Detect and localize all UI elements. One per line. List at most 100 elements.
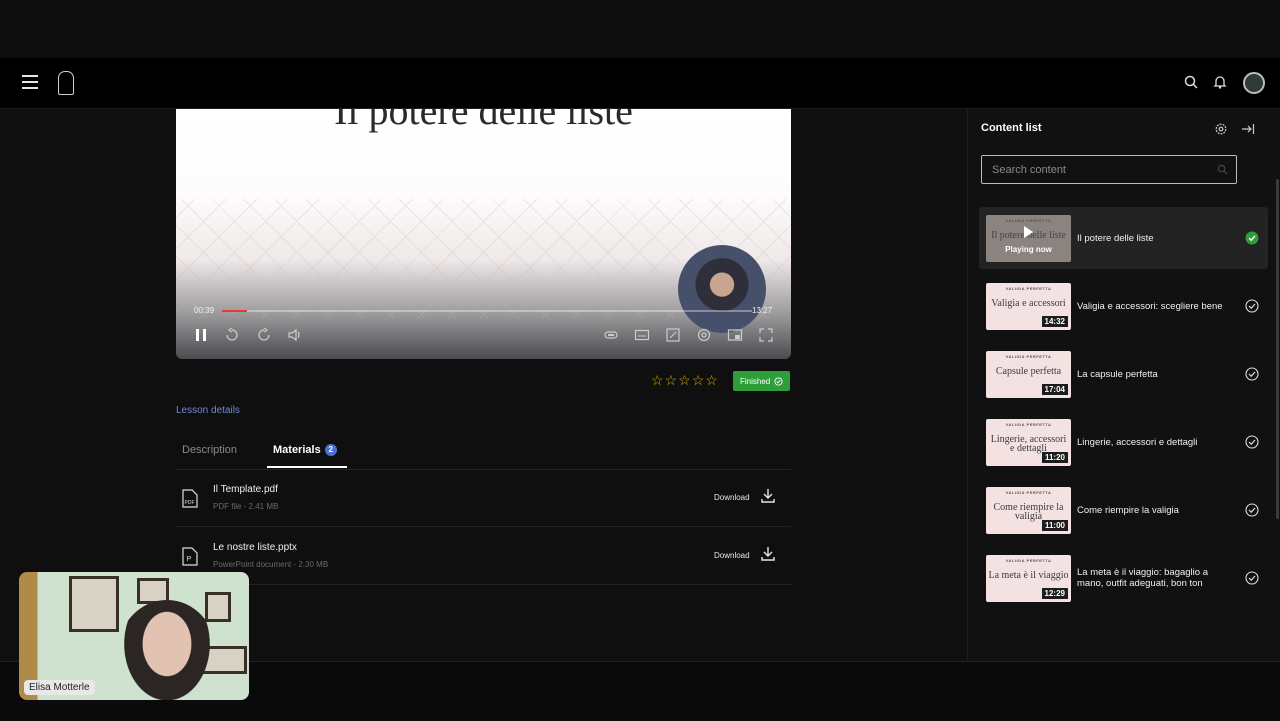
tab-materials-label: Materials [273,444,321,456]
webcam-overlay: Elisa Motterle [19,572,249,700]
progress-bar[interactable] [222,310,752,312]
volume-icon[interactable] [287,327,303,343]
thumb-title: Capsule perfetta [995,366,1062,377]
content-list-item[interactable]: VALIGIA PERFETTA Come riempire la valigia… [979,479,1268,541]
search-icon [1217,164,1228,175]
material-name[interactable]: Le nostre liste.pptx [213,542,297,553]
thumb-title: Valigia e accessori [991,298,1066,309]
browser-top-strip [0,0,1280,58]
webcam-name-tag: Elisa Motterle [24,680,95,695]
item-title: Il potere delle liste [1077,232,1154,244]
pptx-icon: P [182,547,198,566]
item-title: Lingerie, accessori e dettagli [1077,436,1198,448]
check-circle-icon [1245,503,1259,517]
panel-title: Content list [981,122,1042,134]
item-thumbnail: VALIGIA PERFETTA Come riempire la valigia… [986,487,1071,534]
status-badge: Finished [733,371,791,391]
status-badge-label: Finished [740,376,771,386]
item-title: La capsule perfetta [1077,368,1158,380]
wall-frame [69,576,119,632]
materials-count-badge: 2 [324,444,337,456]
download-button-label[interactable]: Download [714,493,750,502]
progress-fill [222,310,248,312]
menu-icon[interactable] [22,75,38,89]
tab-materials[interactable]: Materials 2 [273,444,337,456]
star-icon[interactable]: ☆ [692,373,705,387]
panel-scrollbar[interactable] [1276,179,1279,519]
thumb-brand: VALIGIA PERFETTA [1005,490,1052,495]
material-meta: PDF file - 2.41 MB [213,502,279,511]
star-icon[interactable]: ☆ [678,373,691,387]
video-player[interactable]: Il potere delle liste 00:39 13:27 [176,109,791,359]
lesson-tabs: Description Materials 2 [176,438,791,470]
wall-frame [205,592,231,622]
duration: 13:27 [752,306,773,315]
tab-description[interactable]: Description [182,444,237,456]
fullscreen-icon[interactable] [758,327,774,343]
item-title: Valigia e accessori: scegliere bene [1077,300,1223,312]
duration-badge: 14:32 [1041,316,1068,327]
user-avatar[interactable] [1243,72,1265,94]
logo-mark [58,71,74,95]
content-list-item[interactable]: VALIGIA PERFETTA Capsule perfetta 17:04 La … [979,343,1268,405]
star-icon[interactable]: ☆ [665,373,678,387]
forward-10-icon[interactable] [256,327,272,343]
thumb-brand: VALIGIA PERFETTA [1005,354,1052,359]
check-circle-icon [1245,367,1259,381]
thumb-title: Come riempire la valigia [993,502,1064,522]
current-time: 00:39 [194,306,215,315]
thumb-title: La meta è il viaggio [988,570,1069,581]
duration-badge: 11:20 [1041,452,1068,463]
thumb-brand: VALIGIA PERFETTA [1005,422,1052,427]
content-list-item[interactable]: VALIGIA PERFETTA Valigia e accessori 14:32… [979,275,1268,337]
thumb-title: Lingerie, accessori e dettagli [990,434,1067,454]
notes-icon[interactable] [665,327,681,343]
download-icon[interactable] [760,488,776,504]
download-icon[interactable] [760,546,776,562]
content-list-panel: Content list VALIGIA PERFETTA Il potere d… [967,109,1280,661]
play-icon [1024,226,1033,238]
item-thumbnail: VALIGIA PERFETTA Valigia e accessori 14:32 [986,283,1071,330]
playing-now-label: Playing now [1005,245,1052,254]
lesson-details-link[interactable]: Lesson details [176,405,240,416]
material-row[interactable]: P Le nostre liste.pptx PowerPoint docume… [176,528,791,585]
download-button-label[interactable]: Download [714,551,750,560]
search-content-field[interactable] [981,155,1237,184]
thumb-brand: VALIGIA PERFETTA [1005,286,1052,291]
gear-icon[interactable] [1214,122,1228,136]
duration-badge: 17:04 [1041,384,1068,395]
content-list-item[interactable]: VALIGIA PERFETTA Il potere delle liste Pla… [979,207,1268,269]
pause-icon[interactable] [193,327,209,343]
picture-in-picture-icon[interactable] [727,327,743,343]
content-list-item[interactable]: VALIGIA PERFETTA Lingerie, accessori e de… [979,411,1268,473]
material-meta: PowerPoint document - 2.30 MB [213,560,329,569]
speed-icon[interactable] [603,327,619,343]
star-icon[interactable]: ☆ [705,373,718,387]
content-list-item[interactable]: VALIGIA PERFETTA La meta è il viaggio 12:2… [979,547,1268,609]
star-icon[interactable]: ☆ [651,373,664,387]
check-circle-icon [774,376,783,386]
check-circle-icon [1245,299,1259,313]
app-header [0,58,1280,109]
item-thumbnail: VALIGIA PERFETTA Capsule perfetta 17:04 [986,351,1071,398]
item-thumbnail: VALIGIA PERFETTA La meta è il viaggio 12:2… [986,555,1071,602]
completed-check-icon [1245,231,1259,245]
star-rating[interactable]: ☆ ☆ ☆ ☆ ☆ [651,373,718,387]
presenter-bubble [678,245,766,333]
search-icon[interactable] [1183,74,1199,90]
item-title: La meta è il viaggio: bagaglio a mano, o… [1077,567,1208,589]
check-circle-icon [1245,571,1259,585]
subtitles-icon[interactable] [634,327,650,343]
search-input[interactable] [982,156,1232,183]
svg-text:PDF: PDF [185,500,195,506]
thumb-brand: VALIGIA PERFETTA [1005,558,1052,563]
logo[interactable] [58,70,74,96]
material-row[interactable]: PDF Il Template.pdf PDF file - 2.41 MB D… [176,470,791,527]
settings-icon[interactable] [696,327,712,343]
svg-text:P: P [187,556,192,563]
item-thumbnail: VALIGIA PERFETTA Il potere delle liste Pla… [986,215,1071,262]
material-name[interactable]: Il Template.pdf [213,484,278,495]
bell-icon[interactable] [1212,74,1228,90]
collapse-panel-icon[interactable] [1241,122,1255,136]
rewind-10-icon[interactable] [224,327,240,343]
